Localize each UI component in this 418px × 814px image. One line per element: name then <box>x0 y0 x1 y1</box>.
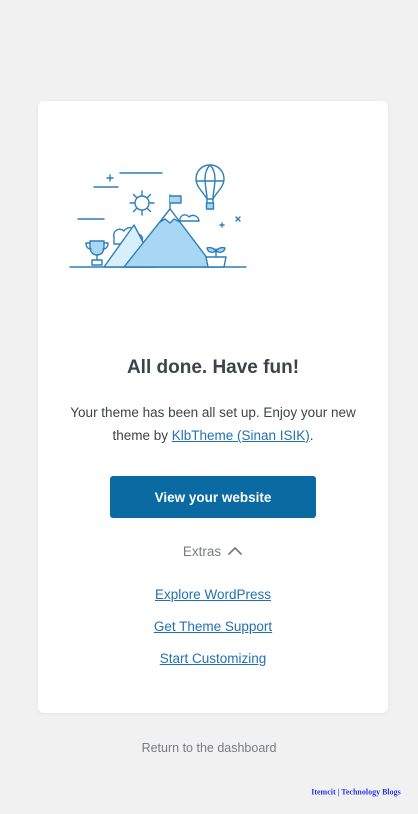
setup-complete-message: Your theme has been all set up. Enjoy yo… <box>68 401 358 447</box>
get-theme-support-link[interactable]: Get Theme Support <box>38 616 388 648</box>
extras-links-list: Explore WordPress Get Theme Support Star… <box>38 584 388 680</box>
page-title: All done. Have fun! <box>126 357 300 378</box>
view-website-button[interactable]: View your website <box>110 476 316 518</box>
setup-complete-card: All done. Have fun! Your theme has been … <box>38 101 388 713</box>
svg-text:Itemcit | Technology Blogs: Itemcit | Technology Blogs <box>311 788 401 797</box>
theme-author-link[interactable]: KlbTheme (Sinan ISIK) <box>172 428 310 443</box>
start-customizing-link[interactable]: Start Customizing <box>38 648 388 680</box>
explore-wordpress-link[interactable]: Explore WordPress <box>38 584 388 616</box>
return-to-dashboard-link[interactable]: Return to the dashboard <box>0 741 418 755</box>
extras-toggle[interactable]: Extras <box>38 541 388 561</box>
mountain-balloon-illustration <box>69 164 247 268</box>
message-suffix: . <box>309 428 314 443</box>
setup-wizard-page: All done. Have fun! Your theme has been … <box>0 0 418 814</box>
chevron-up-icon <box>228 547 243 555</box>
watermark-logo: Itemcit | Technology Blogs <box>311 787 401 797</box>
extras-label: Extras <box>182 543 222 559</box>
